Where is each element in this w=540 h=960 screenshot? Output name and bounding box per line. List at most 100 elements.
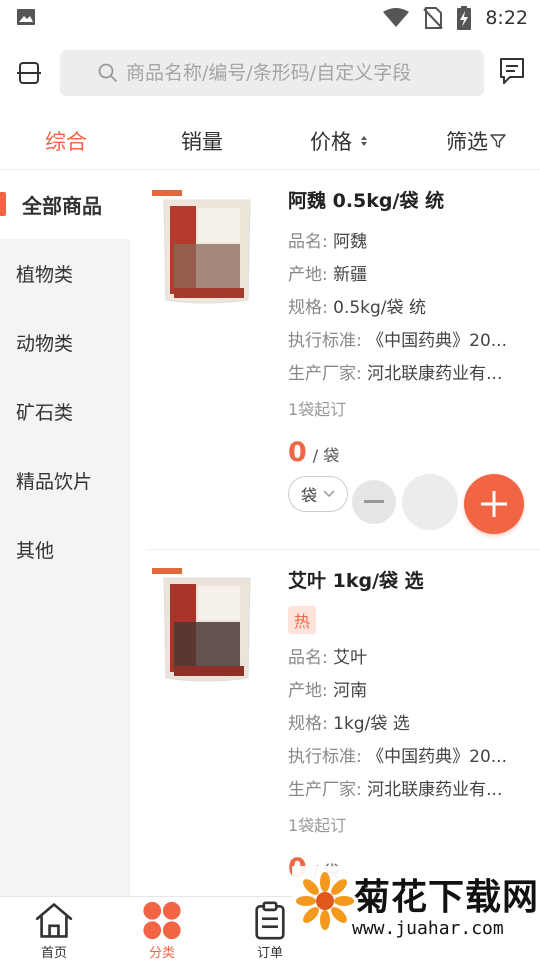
scan-button[interactable]	[14, 58, 44, 88]
attr-label: 规格:	[288, 298, 328, 318]
sidebar-item-label: 动物类	[16, 333, 74, 355]
no-sim-icon	[423, 7, 444, 29]
attr-value: 1kg/袋 选	[333, 714, 410, 734]
product-attr-origin: 产地: 新疆	[288, 259, 522, 292]
watermark-url: www.juahar.com	[352, 918, 504, 939]
tab-label: 订单	[256, 946, 283, 960]
product-info: 艾叶 1kg/袋 选 热 品名: 艾叶 产地: 河南 规格: 1kg/袋 选 执…	[288, 568, 528, 884]
product-card[interactable]: 艾叶 1kg/袋 选 热 品名: 艾叶 产地: 河南 规格: 1kg/袋 选 执…	[146, 550, 540, 896]
sort-tab-sales[interactable]: 销量	[162, 112, 242, 170]
sort-tab-label: 销量	[181, 130, 223, 154]
attr-label: 品名:	[288, 648, 328, 668]
attr-label: 产地:	[288, 265, 328, 285]
clock: 8:22	[485, 7, 528, 29]
tab-label: 首页	[40, 946, 67, 960]
product-attr-spec: 规格: 0.5kg/袋 统	[288, 292, 522, 325]
attr-value: 河北联康药业有...	[367, 780, 503, 800]
attr-label: 生产厂家:	[288, 780, 362, 800]
wifi-icon	[383, 8, 410, 27]
sidebar-item-plants[interactable]: 植物类	[0, 239, 130, 308]
search-box[interactable]	[60, 50, 484, 96]
product-title: 阿魏 0.5kg/袋 统	[288, 190, 445, 212]
attr-value: 阿魏	[333, 232, 368, 252]
attr-value: 《中国药典》20...	[367, 331, 507, 351]
sidebar-item-animals[interactable]: 动物类	[0, 308, 130, 377]
product-attr-spec: 规格: 1kg/袋 选	[288, 708, 522, 741]
sort-arrows-icon	[361, 136, 367, 146]
attr-label: 执行标准:	[288, 747, 362, 767]
product-title: 艾叶 1kg/袋 选	[288, 570, 424, 592]
product-attr-name: 品名: 阿魏	[288, 226, 522, 259]
min-order-note: 1袋起订	[288, 400, 347, 419]
price-row: 0 / 袋	[288, 437, 528, 468]
attr-label: 生产厂家:	[288, 364, 362, 384]
sort-tab-label: 综合	[45, 130, 87, 154]
product-attr-name: 品名: 艾叶	[288, 642, 522, 675]
search-icon	[98, 63, 118, 83]
attr-value: 0.5kg/袋 统	[333, 298, 426, 318]
sidebar-item-all[interactable]: 全部商品	[0, 170, 130, 239]
attr-value: 《中国药典》20...	[367, 747, 507, 767]
sort-tab-label: 价格	[310, 130, 352, 154]
sidebar-item-label: 全部商品	[22, 194, 102, 218]
unit-select[interactable]: 袋	[288, 476, 348, 512]
sidebar-item-label: 矿石类	[16, 402, 74, 424]
sidebar-item-premium[interactable]: 精品饮片	[0, 446, 130, 515]
watermark-name: 菊花下载网	[354, 877, 540, 918]
hot-badge: 热	[288, 606, 317, 634]
add-to-cart-button[interactable]	[464, 474, 524, 534]
product-info: 阿魏 0.5kg/袋 统 品名: 阿魏 产地: 新疆 规格: 0.5kg/袋 统…	[288, 188, 528, 468]
price-unit: / 袋	[312, 446, 340, 465]
product-card[interactable]: 阿魏 0.5kg/袋 统 品名: 阿魏 产地: 新疆 规格: 0.5kg/袋 统…	[146, 170, 540, 550]
sort-tab-filter[interactable]: 筛选	[436, 112, 516, 170]
attr-value: 河南	[333, 681, 368, 701]
sidebar-item-label: 植物类	[16, 264, 74, 286]
scan-icon	[17, 62, 41, 84]
home-icon	[35, 903, 73, 938]
sidebar-item-label: 其他	[16, 540, 55, 562]
sidebar-item-label: 精品饮片	[16, 471, 93, 493]
min-order-note: 1袋起订	[288, 816, 347, 835]
search-input[interactable]	[126, 62, 484, 84]
chevron-down-icon	[323, 490, 335, 498]
sort-tab-default[interactable]: 综合	[26, 112, 106, 170]
sort-tab-price[interactable]: 价格	[294, 112, 384, 170]
product-image	[150, 188, 258, 314]
cart-actions: 袋	[288, 474, 528, 536]
product-attr-maker: 生产厂家: 河北联康药业有...	[288, 774, 522, 807]
message-icon	[500, 58, 524, 84]
orders-icon	[255, 901, 285, 940]
message-button[interactable]	[498, 56, 528, 88]
product-attr-standard: 执行标准: 《中国药典》20...	[288, 325, 522, 358]
tab-category[interactable]: 分类	[122, 901, 202, 960]
product-list[interactable]: 阿魏 0.5kg/袋 统 品名: 阿魏 产地: 新疆 规格: 0.5kg/袋 统…	[130, 170, 540, 896]
gallery-icon	[17, 9, 35, 25]
product-attr-standard: 执行标准: 《中国药典》20...	[288, 741, 522, 774]
sidebar-item-minerals[interactable]: 矿石类	[0, 377, 130, 446]
attr-label: 品名:	[288, 232, 328, 252]
sort-bar: 综合 销量 价格 筛选	[0, 112, 540, 170]
watermark: 菊花下载网 www.juahar.com	[292, 866, 540, 960]
product-image	[150, 566, 258, 692]
filter-icon	[490, 134, 506, 148]
tab-home[interactable]: 首页	[14, 901, 94, 960]
attr-value: 艾叶	[333, 648, 368, 668]
search-header	[0, 36, 540, 112]
chrysanthemum-logo	[296, 872, 354, 930]
decrease-quantity-button[interactable]	[352, 480, 396, 524]
attr-label: 产地:	[288, 681, 328, 701]
attr-value: 新疆	[333, 265, 368, 285]
battery-icon	[457, 6, 472, 30]
product-attr-maker: 生产厂家: 河北联康药业有...	[288, 358, 522, 391]
plus-icon	[481, 491, 507, 517]
attr-label: 规格:	[288, 714, 328, 734]
category-sidebar: 全部商品 植物类 动物类 矿石类 精品饮片 其他	[0, 170, 130, 896]
status-bar: 8:22	[0, 0, 540, 36]
category-icon	[143, 901, 181, 940]
product-price: 0	[288, 437, 307, 468]
quantity-field[interactable]	[402, 474, 458, 530]
sidebar-item-other[interactable]: 其他	[0, 515, 130, 584]
product-attr-origin: 产地: 河南	[288, 675, 522, 708]
unit-select-value: 袋	[301, 486, 318, 505]
minus-icon	[364, 500, 384, 503]
